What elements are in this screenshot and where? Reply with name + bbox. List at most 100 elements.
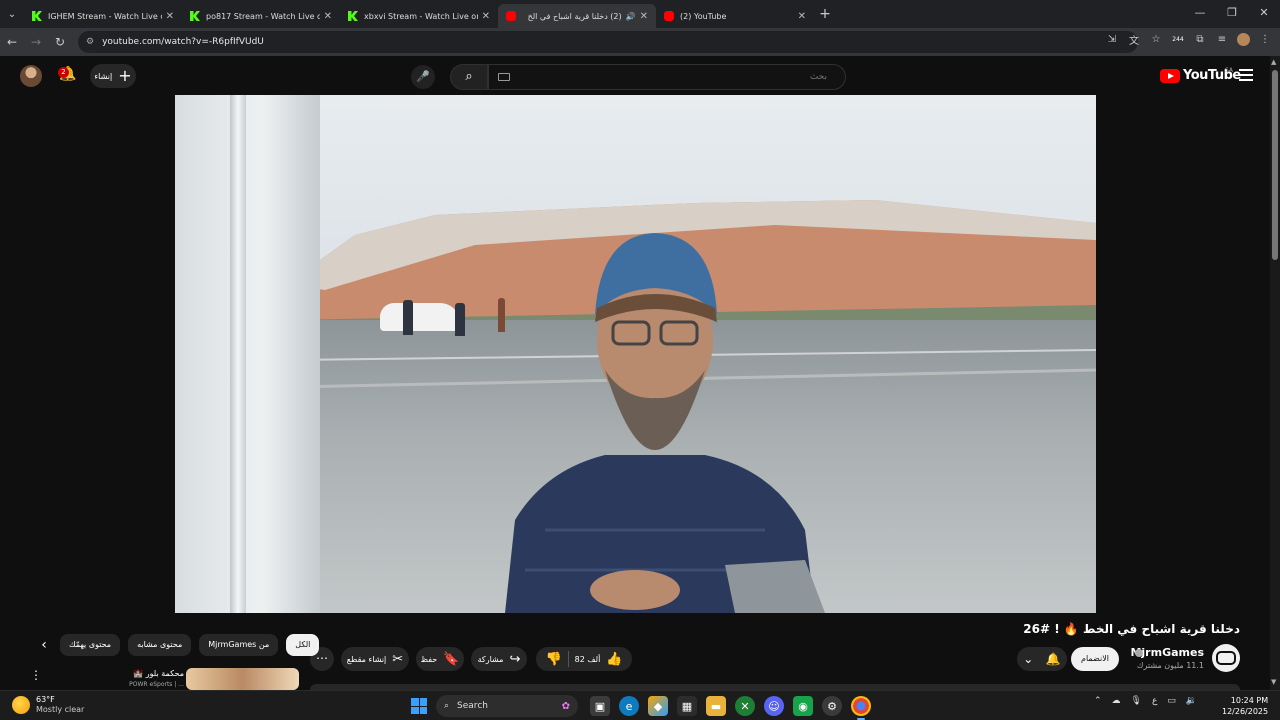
close-icon[interactable]: ✕: [166, 11, 174, 22]
tab-title: po817 Stream - Watch Live on K: [206, 11, 320, 21]
onedrive-cloud-icon[interactable]: ☁: [1112, 696, 1121, 706]
kick-icon: [32, 11, 42, 21]
scroll-down-icon[interactable]: ▼: [1271, 678, 1276, 686]
weather-widget[interactable]: 63°F Mostly clear: [12, 695, 84, 715]
subscription-notification-button[interactable]: ⌄ 🔔: [1017, 647, 1067, 671]
file-explorer-icon[interactable]: ▬: [706, 696, 726, 716]
task-view-icon[interactable]: ▣: [590, 696, 610, 716]
install-app-icon[interactable]: ⇲: [1105, 34, 1119, 45]
chip-from-channel[interactable]: من MjrmGames: [199, 634, 279, 656]
related-chips: ‹ محتوى يهمّك محتوى مشابه من MjrmGames ا…: [36, 634, 320, 656]
share-icon: ↪: [509, 651, 521, 667]
chevron-down-icon: ⌄: [1023, 652, 1034, 666]
share-label: مشاركة: [477, 654, 504, 664]
close-window-icon[interactable]: ✕: [1248, 0, 1280, 28]
microphone-icon[interactable]: 🎙: [1131, 696, 1142, 706]
search-icon: ⌕: [444, 701, 450, 711]
close-icon[interactable]: ✕: [324, 11, 332, 22]
site-info-icon[interactable]: ⚙: [86, 37, 94, 47]
like-count: 82 ألف: [574, 654, 601, 664]
language-indicator[interactable]: ع: [1152, 696, 1157, 706]
close-icon[interactable]: ✕: [640, 11, 648, 22]
create-button[interactable]: إنشاء +: [90, 64, 136, 88]
search-input[interactable]: [488, 64, 846, 90]
page-scrollbar[interactable]: ▲ ▼: [1270, 56, 1280, 690]
create-label: إنشاء: [94, 71, 113, 81]
join-button[interactable]: الانضمام: [1071, 647, 1119, 671]
notification-count-badge: 2: [58, 67, 69, 78]
video-presenter: [505, 233, 825, 613]
discord-icon[interactable]: ☺: [764, 696, 784, 716]
clock-time: 10:24 PM: [1230, 696, 1269, 705]
extensions-puzzle-icon[interactable]: ⧉: [1193, 34, 1207, 45]
restore-icon[interactable]: ❐: [1216, 0, 1248, 28]
chrome-icon[interactable]: [851, 696, 871, 720]
taskbar-search[interactable]: ⌕ Search ✿: [436, 695, 578, 717]
tab-search-chevron-icon[interactable]: ⌄: [0, 0, 24, 28]
close-icon[interactable]: ✕: [482, 11, 490, 22]
account-avatar[interactable]: [20, 65, 42, 87]
store-icon[interactable]: ▦: [677, 696, 697, 716]
voice-search-mic-icon[interactable]: 🎤: [411, 65, 435, 89]
scrollbar-thumb[interactable]: [1272, 70, 1278, 260]
speaker-icon[interactable]: 🔊: [626, 12, 636, 21]
reading-list-icon[interactable]: ≡: [1215, 34, 1229, 45]
video-player[interactable]: [175, 95, 1096, 613]
taskbar-clock[interactable]: 10:24 PM 12/26/2025: [1222, 695, 1268, 717]
search-highlight-icon: ✿: [561, 700, 570, 712]
tab-xbxvi[interactable]: xbxvi Stream - Watch Live on Ki ✕: [340, 4, 498, 28]
tab-ighem[interactable]: IGHEM Stream - Watch Live on ✕: [24, 4, 182, 28]
browser-toolbar: ← → ↻ ⚙ youtube.com/watch?v=-R6pfIfVUdU …: [0, 28, 1280, 56]
recommended-thumbnail[interactable]: [186, 668, 299, 690]
chevron-left-icon[interactable]: ‹: [36, 637, 52, 653]
extension-badge-icon[interactable]: 244: [1171, 36, 1185, 43]
network-icon[interactable]: ▭: [1167, 696, 1176, 706]
close-icon[interactable]: ✕: [798, 11, 806, 22]
search-button[interactable]: ⌕: [450, 64, 488, 90]
like-icon[interactable]: 👍: [606, 652, 622, 667]
save-button[interactable]: حفظ 🔖: [416, 647, 464, 671]
settings-gear-icon[interactable]: ⚙: [822, 696, 842, 716]
chevron-up-icon[interactable]: ⌃: [1094, 696, 1102, 706]
bookmark-star-icon[interactable]: ☆: [1149, 34, 1163, 45]
reload-icon[interactable]: ↻: [48, 35, 72, 49]
edge-icon[interactable]: e: [619, 696, 639, 716]
scroll-up-icon[interactable]: ▲: [1271, 58, 1276, 66]
share-button[interactable]: مشاركة ↪: [471, 647, 527, 671]
guide-menu-icon[interactable]: [1239, 69, 1253, 81]
chip-all[interactable]: الكل: [286, 634, 320, 656]
dislike-icon[interactable]: 👎: [545, 652, 561, 667]
new-tab-button[interactable]: +: [814, 6, 836, 22]
forward-icon[interactable]: →: [24, 35, 48, 49]
tab-title: IGHEM Stream - Watch Live on: [48, 11, 162, 21]
tab-po817[interactable]: po817 Stream - Watch Live on K ✕: [182, 4, 340, 28]
more-vert-icon[interactable]: ⋮: [30, 668, 42, 682]
address-bar[interactable]: ⚙ youtube.com/watch?v=-R6pfIfVUdU: [78, 31, 1138, 53]
chip-for-you[interactable]: محتوى يهمّك: [60, 634, 121, 656]
copilot-icon[interactable]: ◆: [648, 696, 668, 716]
scissors-icon: ✂: [392, 651, 404, 667]
channel-avatar[interactable]: [1212, 644, 1240, 672]
browser-menu-icon[interactable]: ⋮: [1258, 34, 1272, 45]
translate-icon[interactable]: 文: [1127, 32, 1141, 47]
xbox-icon[interactable]: ✕: [735, 696, 755, 716]
clock-date: 12/26/2025: [1222, 707, 1269, 716]
toolbar-icons: ⇲ 文 ☆ 244 ⧉ ≡ ⋮: [1105, 32, 1272, 47]
chip-related[interactable]: محتوى مشابه: [128, 634, 192, 656]
tab-youtube-video[interactable]: (2) دخلنا قرية اشباح في الخ 🔊 ✕: [498, 4, 656, 28]
profile-avatar[interactable]: [1237, 33, 1250, 46]
volume-icon[interactable]: 🔉: [1186, 696, 1197, 706]
video-person: [455, 303, 465, 336]
game-app-icon[interactable]: ◉: [793, 696, 813, 716]
tab-youtube-home[interactable]: (2) YouTube ✕: [656, 4, 814, 28]
clip-button[interactable]: إنشاء مقطع ✂: [341, 647, 409, 671]
minimize-icon[interactable]: —: [1184, 0, 1216, 28]
back-icon[interactable]: ←: [0, 35, 24, 49]
video-person: [403, 300, 413, 335]
recommended-video[interactable]: ⋮ محكمة بلور 🏰 POWR eSports | ...: [30, 666, 300, 690]
youtube-play-icon: [1160, 68, 1180, 83]
keyboard-icon[interactable]: [498, 73, 510, 81]
browser-tab-bar: ⌄ IGHEM Stream - Watch Live on ✕ po817 S…: [0, 0, 1280, 28]
windows-taskbar: 63°F Mostly clear ⌕ Search ✿ ▣ e ◆ ▦ ▬ ✕…: [0, 690, 1280, 720]
start-windows-icon[interactable]: [411, 698, 427, 714]
